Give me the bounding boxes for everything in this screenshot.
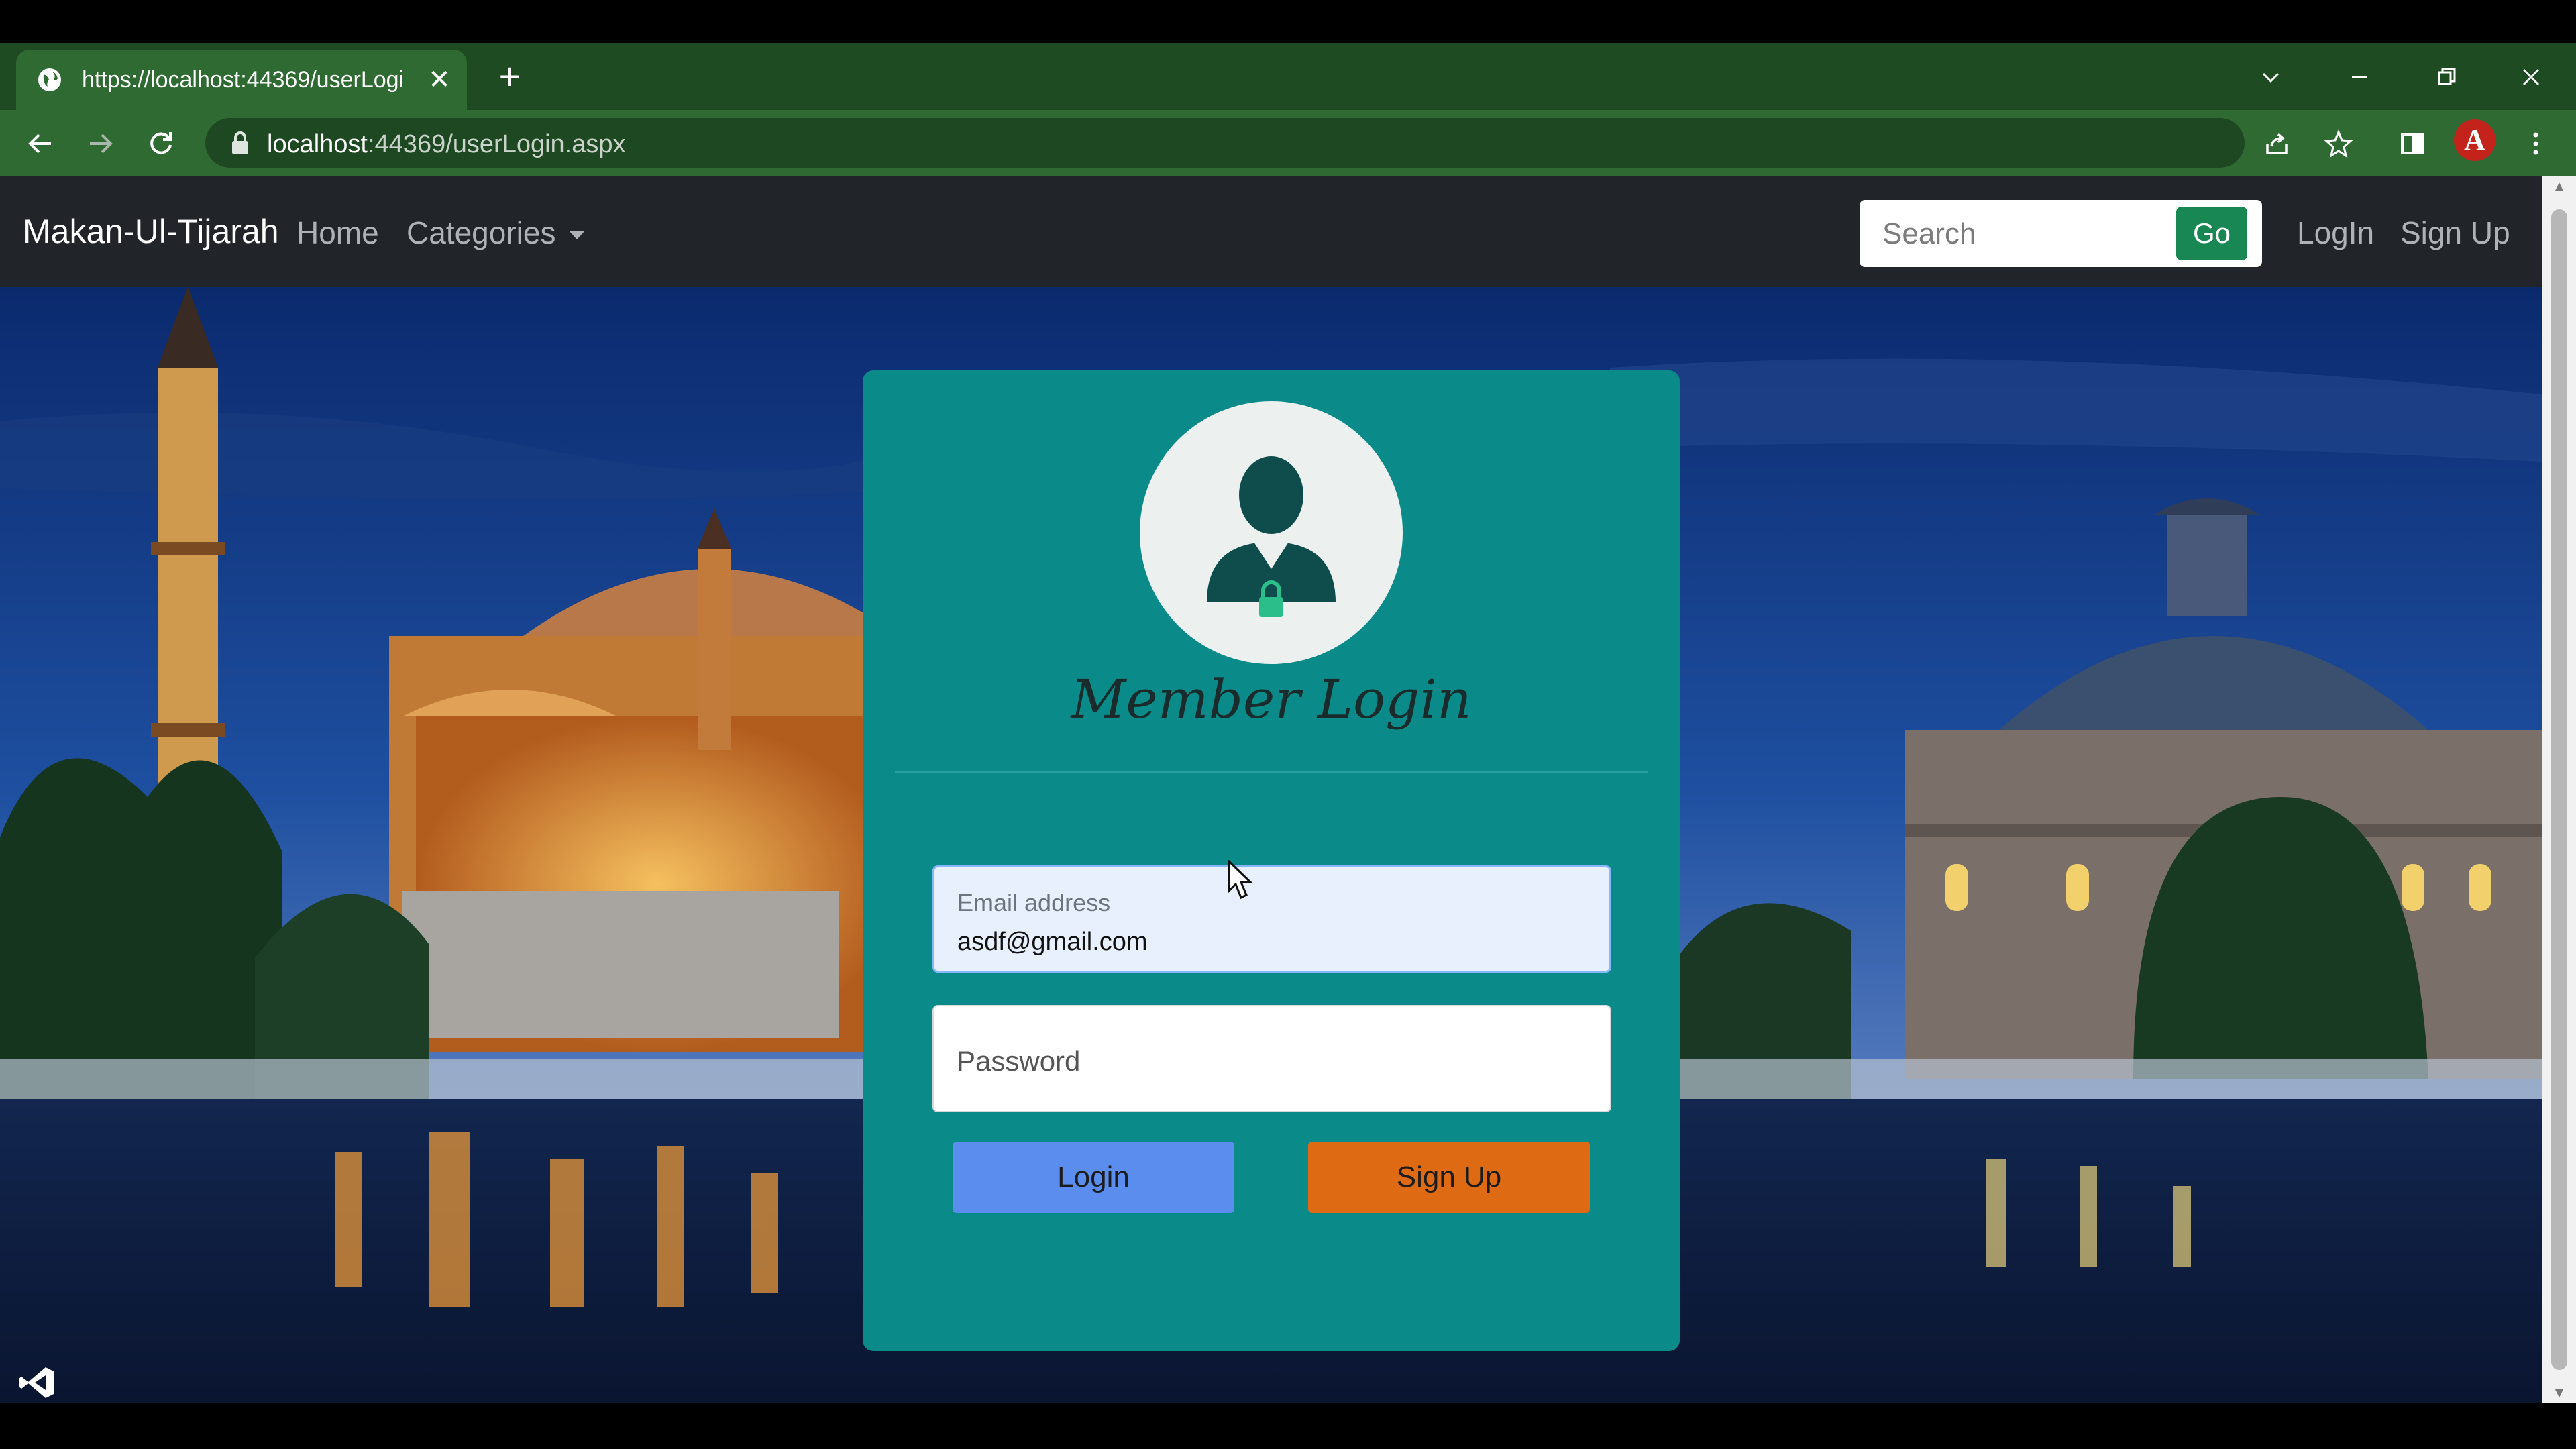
site-brand[interactable]: Makan-Ul-Tijarah [23,212,279,251]
globe-icon [38,68,61,91]
scroll-up-icon[interactable]: ▲ [2551,179,2568,194]
screen-top-band [0,0,2576,43]
nav-home-link[interactable]: Home [297,215,379,251]
browser-tab-active[interactable]: https://localhost:44369/userLogi ✕ [16,50,467,110]
address-bar[interactable]: localhost:44369/userLogin.aspx [205,118,2245,168]
lock-icon[interactable] [228,130,252,156]
nav-categories-label: Categories [407,215,556,250]
profile-avatar[interactable]: A [2454,119,2496,161]
password-label: Password [957,1045,1081,1077]
signup-button[interactable]: Sign Up [1308,1142,1590,1213]
login-card: Member Login Email address asdf@gmail.co… [863,370,1680,1351]
vs-code-icon[interactable] [17,1363,56,1402]
plus-icon[interactable]: + [490,56,530,97]
password-field[interactable]: Password [932,1005,1611,1112]
card-title: Member Login [1071,668,1472,731]
chevron-down-icon[interactable] [2247,54,2294,101]
menu-icon[interactable] [2516,123,2556,164]
page-viewport: Makan-Ul-Tijarah Home Categories Go LogI… [0,176,2542,1403]
site-navbar: Makan-Ul-Tijarah Home Categories Go LogI… [0,176,2542,287]
url-text: localhost:44369/userLogin.aspx [267,130,626,159]
window-close-icon[interactable] [2508,54,2555,101]
nav-login-link[interactable]: LogIn [2297,215,2374,251]
user-lock-icon [1207,456,1336,617]
share-icon[interactable] [2257,123,2297,164]
mouse-cursor-icon [1228,860,1253,900]
search-go-button[interactable]: Go [2176,207,2247,260]
close-icon[interactable]: ✕ [424,64,455,95]
scrollbar-thumb[interactable] [2551,209,2567,1370]
email-label: Email address [957,889,1111,916]
card-divider [895,771,1648,773]
url-host: localhost [267,130,368,158]
reload-icon[interactable] [141,123,181,164]
nav-signup-link[interactable]: Sign Up [2400,215,2510,251]
search-input[interactable] [1860,200,2179,268]
star-icon[interactable] [2318,123,2359,164]
scroll-down-icon[interactable]: ▼ [2551,1385,2568,1400]
back-icon[interactable] [20,123,60,164]
avatar [1140,401,1403,664]
caret-down-icon [569,231,586,240]
tab-title: https://localhost:44369/userLogi [82,67,405,93]
sidepanel-icon[interactable] [2392,123,2432,164]
forward-icon[interactable] [80,123,121,164]
search-form: Go [1860,200,2262,268]
nav-categories-dropdown[interactable]: Categories [407,215,586,251]
url-path: :44369/userLogin.aspx [367,130,626,158]
minimize-icon[interactable] [2336,54,2383,101]
page-scrollbar[interactable]: ▲ ▼ [2542,176,2576,1403]
login-button[interactable]: Login [953,1142,1234,1213]
restore-icon[interactable] [2423,54,2470,101]
email-value: asdf@gmail.com [957,928,1148,956]
browser-tab-strip: https://localhost:44369/userLogi ✕ + [0,43,2576,110]
email-field[interactable]: Email address asdf@gmail.com [932,865,1611,973]
browser-toolbar: localhost:44369/userLogin.aspx [0,110,2576,176]
